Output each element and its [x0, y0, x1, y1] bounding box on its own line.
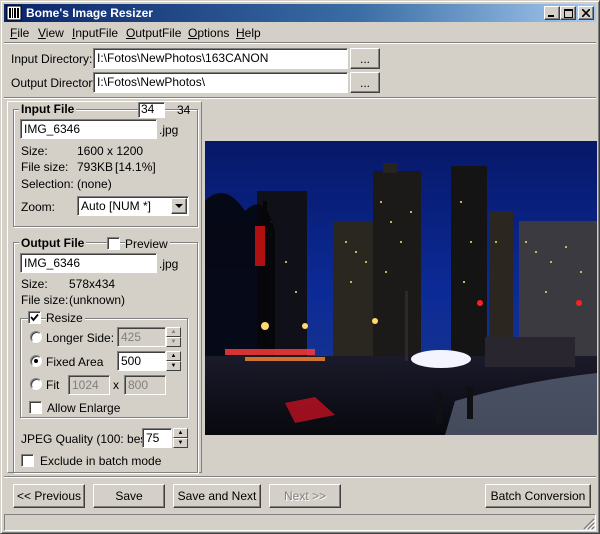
input-filesize-label: File size: — [21, 160, 69, 174]
input-directory-field[interactable]: I:\Fotos\NewPhotos\163CANON — [93, 48, 348, 69]
preview-checkbox[interactable] — [107, 237, 120, 250]
output-filename-field[interactable]: IMG_6346 — [20, 253, 157, 273]
menu-view[interactable]: View — [38, 26, 64, 40]
output-size-value: 578x434 — [69, 277, 116, 291]
input-directory-label: Input Directory: — [11, 52, 93, 66]
save-button[interactable]: Save — [93, 484, 165, 508]
fit-x-label: x — [113, 378, 119, 392]
save-and-next-button[interactable]: Save and Next — [173, 484, 261, 508]
spin-up-icon[interactable]: ▲ — [166, 351, 181, 361]
output-directory-label: Output Directory: — [11, 76, 102, 90]
output-file-group-title: Output File — [19, 236, 87, 250]
maximize-icon — [563, 8, 573, 18]
close-icon — [582, 9, 590, 17]
input-file-extension: .jpg — [159, 123, 179, 137]
output-size-label: Size: — [21, 277, 48, 291]
longer-side-radio[interactable] — [30, 331, 42, 343]
directory-separator — [4, 97, 596, 99]
output-directory-field[interactable]: I:\Fotos\NewPhotos\ — [93, 72, 348, 93]
batch-conversion-button[interactable]: Batch Conversion — [485, 484, 591, 508]
spin-down-icon[interactable]: ▼ — [166, 361, 181, 371]
preview-label: Preview — [125, 237, 170, 251]
menu-help[interactable]: Help — [236, 26, 261, 40]
input-size-value: 1600 x 1200 — [77, 144, 144, 158]
longer-side-field[interactable]: 425 — [117, 327, 166, 347]
fixed-area-field[interactable]: 500 — [117, 351, 166, 371]
image-preview[interactable] — [205, 141, 597, 435]
resize-label: Resize — [46, 311, 85, 325]
fixed-area-radio[interactable] — [30, 355, 42, 367]
chevron-down-icon — [175, 203, 183, 208]
menu-bar: File View InputFile OutputFile Options H… — [4, 23, 596, 42]
longer-side-label: Longer Side: — [46, 331, 115, 345]
app-window: Bome's Image Resizer File View InputFile… — [0, 0, 600, 534]
exclude-batch-checkbox[interactable] — [21, 454, 34, 467]
resize-grip-icon[interactable] — [583, 518, 595, 530]
app-icon — [6, 5, 22, 21]
spin-up-icon[interactable]: ▲ — [166, 327, 181, 337]
maximize-button[interactable] — [560, 6, 576, 20]
output-file-extension: .jpg — [159, 257, 179, 271]
spin-down-icon[interactable]: ▼ — [166, 337, 181, 347]
title-bar[interactable]: Bome's Image Resizer — [4, 4, 596, 22]
jpeg-quality-field[interactable]: 75 — [142, 428, 172, 448]
menu-options[interactable]: Options — [188, 26, 229, 40]
jpeg-quality-label: JPEG Quality (100: best) — [21, 432, 154, 446]
minimize-button[interactable] — [544, 6, 560, 20]
spin-down-icon[interactable]: ▼ — [173, 438, 188, 448]
menu-outputfile[interactable]: OutputFile — [126, 26, 181, 40]
menu-file[interactable]: File — [10, 26, 29, 40]
checkmark-icon — [30, 313, 39, 322]
previous-button[interactable]: << Previous — [13, 484, 85, 508]
fixed-area-spinner[interactable]: ▲ ▼ — [166, 351, 181, 371]
jpeg-quality-spinner[interactable]: ▲ ▼ — [173, 428, 188, 448]
output-filesize-value: (unknown) — [69, 293, 126, 307]
input-filename-field[interactable]: IMG_6346 — [20, 119, 157, 139]
input-size-label: Size: — [21, 144, 48, 158]
input-filesize-value: 793KB — [77, 160, 114, 174]
fixed-area-label: Fixed Area — [46, 355, 104, 369]
zoom-label: Zoom: — [21, 200, 56, 214]
zoom-select-value: Auto [NUM *] — [81, 199, 152, 213]
resize-checkbox[interactable] — [28, 311, 41, 324]
allow-enlarge-label: Allow Enlarge — [47, 401, 121, 415]
fit-width-field[interactable]: 1024 — [68, 375, 110, 395]
close-button[interactable] — [578, 6, 594, 20]
allow-enlarge-checkbox[interactable] — [29, 401, 42, 414]
input-filesize-percent: [14.1%] — [115, 160, 156, 174]
next-button[interactable]: Next >> — [269, 484, 341, 508]
input-file-index-field[interactable]: 34 — [138, 102, 165, 118]
minimize-icon — [548, 15, 554, 17]
fit-label: Fit — [46, 378, 60, 392]
output-filesize-label: File size: — [21, 293, 69, 307]
spin-up-icon[interactable]: ▲ — [173, 428, 188, 438]
browse-output-directory-button[interactable]: ... — [350, 72, 380, 93]
browse-input-directory-button[interactable]: ... — [350, 48, 380, 69]
input-file-total: 34 — [177, 103, 191, 117]
fit-radio[interactable] — [30, 378, 42, 390]
input-file-group-title: Input File — [19, 102, 77, 116]
exclude-batch-label: Exclude in batch mode — [40, 454, 162, 468]
selection-label: Selection: — [21, 177, 74, 191]
night-city-photo — [205, 141, 597, 435]
status-bar — [4, 514, 596, 531]
window-title: Bome's Image Resizer — [26, 6, 153, 20]
selection-value: (none) — [77, 177, 112, 191]
menu-inputfile[interactable]: InputFile — [72, 26, 118, 40]
zoom-dropdown-button[interactable] — [171, 198, 187, 214]
bottom-separator — [4, 476, 596, 478]
longer-side-spinner[interactable]: ▲ ▼ — [166, 327, 181, 347]
menu-separator — [4, 42, 596, 44]
fit-height-field[interactable]: 800 — [124, 375, 166, 395]
